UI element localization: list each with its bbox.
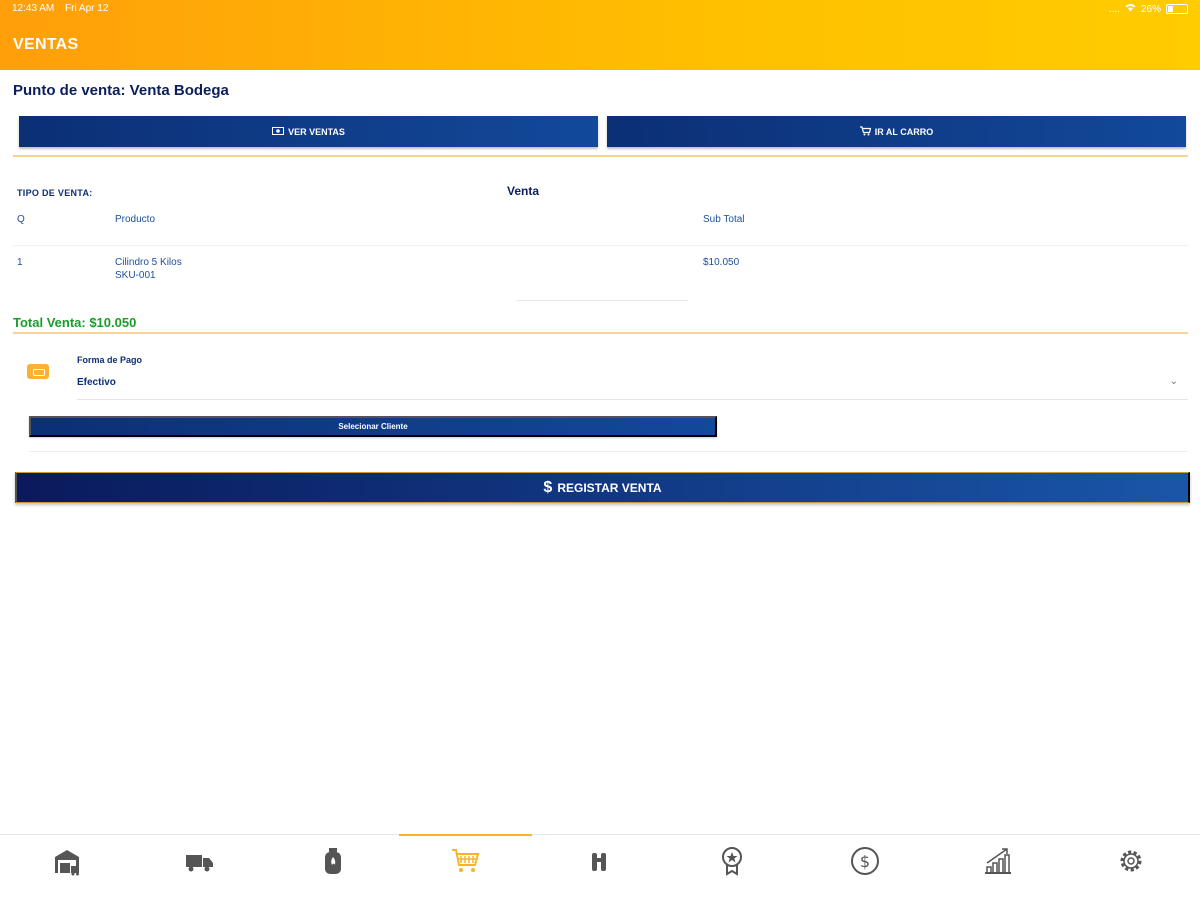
award-icon xyxy=(717,845,747,882)
bottom-tab-bar: $ xyxy=(0,834,1200,900)
ir-al-carro-label: IR AL CARRO xyxy=(874,126,934,137)
header-title: VENTAS xyxy=(13,36,79,53)
column-header-subtotal: Sub Total xyxy=(703,214,745,225)
forma-de-pago-label: Forma de Pago xyxy=(77,355,143,365)
signal-icon: .... xyxy=(1108,3,1120,15)
chevron-down-icon: ⌄ xyxy=(1169,376,1178,387)
app-header: 12:43 AM Fri Apr 12 .... 26% VENTAS xyxy=(0,0,1200,70)
row-divider xyxy=(516,300,688,301)
truck-icon xyxy=(185,845,215,882)
item-qty: 1 xyxy=(17,257,23,268)
divider xyxy=(13,155,1188,157)
total-venta: Total Venta: $10.050 xyxy=(13,315,137,330)
status-bar-left: 12:43 AM Fri Apr 12 xyxy=(12,3,116,14)
payment-card-icon xyxy=(27,364,49,379)
page-title: Punto de venta: Venta Bodega xyxy=(13,82,229,99)
tab-truck[interactable] xyxy=(133,835,266,900)
tab-warehouse[interactable] xyxy=(0,835,133,900)
tipo-venta-value: Venta xyxy=(507,184,540,198)
tab-cart[interactable] xyxy=(399,834,532,900)
tab-gas[interactable] xyxy=(266,835,399,900)
item-product: Cilindro 5 Kilos SKU-001 xyxy=(115,256,182,282)
dollar-sign-icon: $ xyxy=(543,478,553,496)
wifi-icon xyxy=(1125,3,1136,15)
chart-icon xyxy=(983,845,1013,882)
tab-reports[interactable] xyxy=(931,835,1064,900)
divider xyxy=(29,451,1188,452)
forma-de-pago-value: Efectivo xyxy=(77,377,116,388)
ir-al-carro-button[interactable]: IR AL CARRO xyxy=(607,116,1186,147)
table-header-divider xyxy=(13,245,1188,246)
svg-text:$: $ xyxy=(859,852,869,871)
forma-de-pago-select[interactable]: Efectivo ⌄ xyxy=(77,372,1188,400)
divider xyxy=(13,332,1188,334)
column-header-qty: Q xyxy=(17,214,25,225)
app-root: 12:43 AM Fri Apr 12 .... 26% VENTAS Punt… xyxy=(0,0,1200,900)
gas-cylinder-icon xyxy=(318,845,348,882)
binoculars-icon xyxy=(584,845,614,882)
battery-icon xyxy=(1166,4,1188,14)
registrar-venta-label: REGISTAR VENTA xyxy=(557,480,662,495)
ver-ventas-button[interactable]: VER VENTAS xyxy=(19,116,598,147)
seleccionar-cliente-button[interactable]: Selecionar Cliente xyxy=(29,416,717,437)
battery-percent: 26% xyxy=(1140,3,1161,15)
tab-binoculars[interactable] xyxy=(532,835,665,900)
tab-finance[interactable]: $ xyxy=(798,835,931,900)
item-subtotal: $10.050 xyxy=(703,257,740,268)
seleccionar-cliente-label: Selecionar Cliente xyxy=(338,422,408,431)
item-product-name: Cilindro 5 Kilos xyxy=(115,257,182,268)
settings-icon xyxy=(1116,845,1146,882)
warehouse-icon xyxy=(52,845,82,882)
status-date: Fri Apr 12 xyxy=(65,3,109,14)
money-card-icon xyxy=(272,126,285,137)
cart-small-icon xyxy=(859,125,872,138)
tab-award[interactable] xyxy=(665,835,798,900)
registrar-venta-button[interactable]: $ REGISTAR VENTA xyxy=(15,472,1190,503)
item-sku: SKU-001 xyxy=(115,270,156,281)
tipo-venta-label: TIPO DE VENTA: xyxy=(17,188,93,198)
status-time: 12:43 AM xyxy=(12,3,55,14)
dollar-icon: $ xyxy=(850,845,880,882)
status-bar-right: .... 26% xyxy=(1109,3,1188,15)
column-header-product: Producto xyxy=(115,214,156,225)
ver-ventas-label: VER VENTAS xyxy=(288,126,345,137)
cart-icon xyxy=(451,845,481,882)
tab-settings[interactable] xyxy=(1064,835,1197,900)
